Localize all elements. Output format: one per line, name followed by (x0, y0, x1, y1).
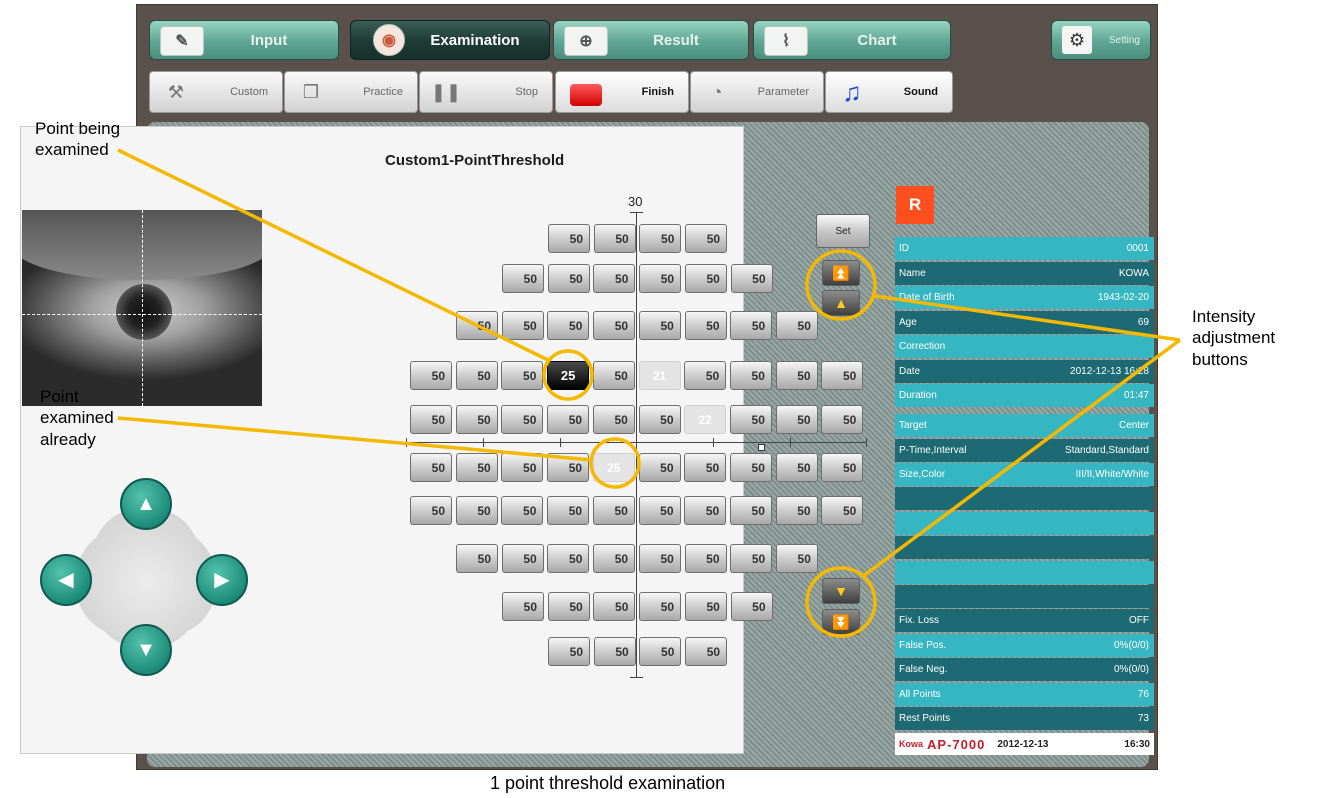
annotation-overlay (117, 148, 1182, 638)
annotation-circle (805, 249, 877, 321)
annotation-point-examined-already: Point examined already (40, 387, 114, 449)
annotation-point-being-examined: Point being examined (35, 119, 121, 160)
annotation-line (860, 338, 1182, 579)
annotation-circle (589, 437, 641, 489)
annotation-line (117, 148, 549, 362)
annotation-circle (542, 349, 594, 401)
annotation-line (117, 416, 593, 462)
annotation-line (874, 294, 1181, 342)
annotation-circle (805, 566, 877, 638)
figure-caption: 1 point threshold examination (490, 773, 726, 793)
annotation-intensity-buttons: Intensity adjustment buttons (1192, 307, 1276, 369)
